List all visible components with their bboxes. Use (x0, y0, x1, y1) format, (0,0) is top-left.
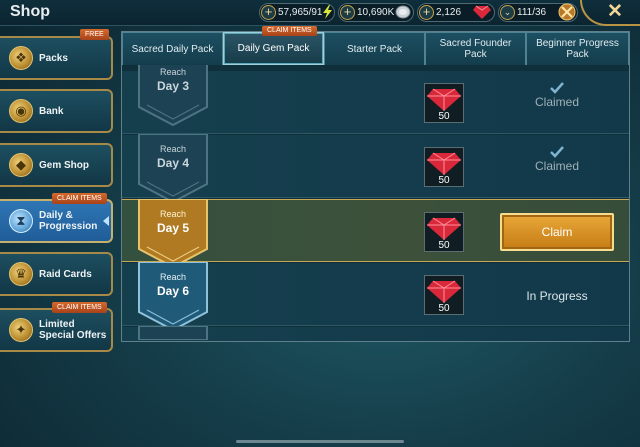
reward-quantity: 50 (438, 303, 450, 314)
day-banner: Reach Day 5 (137, 199, 209, 268)
ruby-gem-icon (427, 152, 461, 175)
add-energy-icon[interactable]: + (261, 5, 276, 20)
ruby-gem-icon (427, 88, 461, 111)
checkmark-icon (550, 146, 564, 158)
pack-tabs: Sacred Daily Pack Daily Gem Pack Starter… (122, 32, 629, 65)
ruby-gem-icon (427, 217, 461, 240)
claim-items-badge: CLAIM ITEMS (262, 26, 317, 36)
sidebar-item-label: Gem Shop (39, 159, 90, 171)
reach-label: Reach (159, 144, 186, 154)
reward-slot: 50 (424, 83, 464, 123)
energy-counter[interactable]: + 57,965/91 (259, 3, 335, 22)
arena-token-icon (558, 3, 576, 21)
tab-beginner-progress-pack[interactable]: Beginner Progress Pack (526, 32, 629, 65)
reach-label: Reach (159, 67, 186, 77)
status-text: Claimed (534, 95, 579, 109)
tab-starter-pack[interactable]: Starter Pack (324, 32, 425, 65)
sidebar-item-raid-cards[interactable]: ♛ Raid Cards (0, 252, 113, 296)
in-progress-status: In Progress (526, 289, 588, 303)
sidebar-item-label: Bank (39, 105, 64, 117)
day-banner: Reach Day 6 (137, 262, 209, 331)
claimed-status: Claimed (502, 146, 612, 173)
sidebar-item-label: Packs (39, 52, 68, 64)
add-gems-icon[interactable]: + (419, 5, 434, 20)
day-label: Day 5 (156, 221, 190, 235)
gem-counter[interactable]: + 2,126 (417, 3, 495, 22)
page-title: Shop (10, 3, 50, 20)
pack-panel: Sacred Daily Pack Daily Gem Pack Starter… (121, 31, 630, 342)
list-item: Reach Day 5 50 Claim (122, 199, 629, 268)
day-label: Day 6 (156, 284, 190, 298)
special-offer-icon: ✦ (9, 318, 33, 342)
sidebar-item-limited-offers[interactable]: ✦ Limited Special Offers (0, 308, 113, 352)
close-icon[interactable]: ✕ (604, 1, 626, 23)
claim-items-badge: CLAIM ITEMS (52, 302, 107, 313)
reward-quantity: 50 (438, 111, 450, 122)
top-bar: Shop + 57,965/91 + 10,690K + 2,126 ⌄ 111… (0, 0, 640, 26)
tab-sacred-daily-pack[interactable]: Sacred Daily Pack (122, 32, 223, 65)
bank-icon: ◉ (9, 99, 33, 123)
day-label: Day 4 (156, 156, 190, 170)
reward-slot: 50 (424, 275, 464, 315)
sidebar-item-daily-progression[interactable]: ⧗ Daily & Progression (0, 199, 113, 243)
gem-shop-icon: ◆ (9, 153, 33, 177)
silver-value: 10,690K (357, 7, 395, 18)
reward-slot: 50 (424, 212, 464, 252)
arena-token-value: 111/36 (517, 7, 547, 18)
status-text: Claimed (534, 159, 579, 173)
reward-quantity: 50 (438, 175, 450, 186)
day-banner: Reach Day 3 (137, 65, 209, 126)
gem-value: 2,126 (436, 7, 462, 18)
list-item (122, 326, 629, 341)
reach-label: Reach (159, 209, 186, 219)
sidebar-item-gem-shop[interactable]: ◆ Gem Shop (0, 143, 113, 187)
checkmark-icon (550, 82, 564, 94)
hourglass-icon: ⧗ (9, 209, 33, 233)
ruby-gem-icon (427, 280, 461, 303)
list-item: Reach Day 6 50 In Progress (122, 262, 629, 331)
sidebar-item-packs[interactable]: ❖ Packs (0, 36, 113, 80)
free-badge: FREE (80, 29, 109, 40)
silver-coin-icon (395, 5, 411, 19)
energy-value: 57,965/91 (278, 7, 323, 18)
reach-label: Reach (159, 272, 186, 282)
claim-button[interactable]: Claim (500, 213, 614, 251)
list-item: Reach Day 4 50 Claimed (122, 134, 629, 203)
reward-quantity: 50 (438, 240, 450, 251)
list-item: Reach Day 3 50 Claimed (122, 65, 629, 134)
selected-arrow-icon (103, 216, 109, 226)
energy-bolt-icon (323, 5, 332, 19)
arena-token-counter[interactable]: ⌄ 111/36 (498, 3, 578, 22)
reward-slot: 50 (424, 147, 464, 187)
claim-items-badge: CLAIM ITEMS (52, 193, 107, 204)
tab-sacred-founder-pack[interactable]: Sacred Founder Pack (425, 32, 526, 65)
add-silver-icon[interactable]: + (340, 5, 355, 20)
reward-list: Reach Day 3 50 Claimed Reach Day 4 50 Cl… (122, 65, 629, 341)
crown-icon: ♛ (9, 262, 33, 286)
silver-counter[interactable]: + 10,690K (338, 3, 414, 22)
sidebar-item-bank[interactable]: ◉ Bank (0, 89, 113, 133)
tab-daily-gem-pack[interactable]: Daily Gem Pack (223, 32, 324, 65)
day-label: Day 3 (156, 79, 190, 93)
sidebar-item-label: Daily & Progression (39, 210, 98, 232)
home-indicator[interactable] (236, 440, 404, 443)
day-banner: Reach Day 4 (137, 134, 209, 203)
day-banner (138, 326, 208, 340)
sidebar-item-label: Limited Special Offers (39, 319, 107, 341)
pack-icon: ❖ (9, 46, 33, 70)
add-tokens-icon[interactable]: ⌄ (500, 5, 515, 20)
claimed-status: Claimed (502, 82, 612, 109)
sidebar-item-label: Raid Cards (39, 268, 92, 280)
ruby-gem-icon (473, 5, 491, 19)
